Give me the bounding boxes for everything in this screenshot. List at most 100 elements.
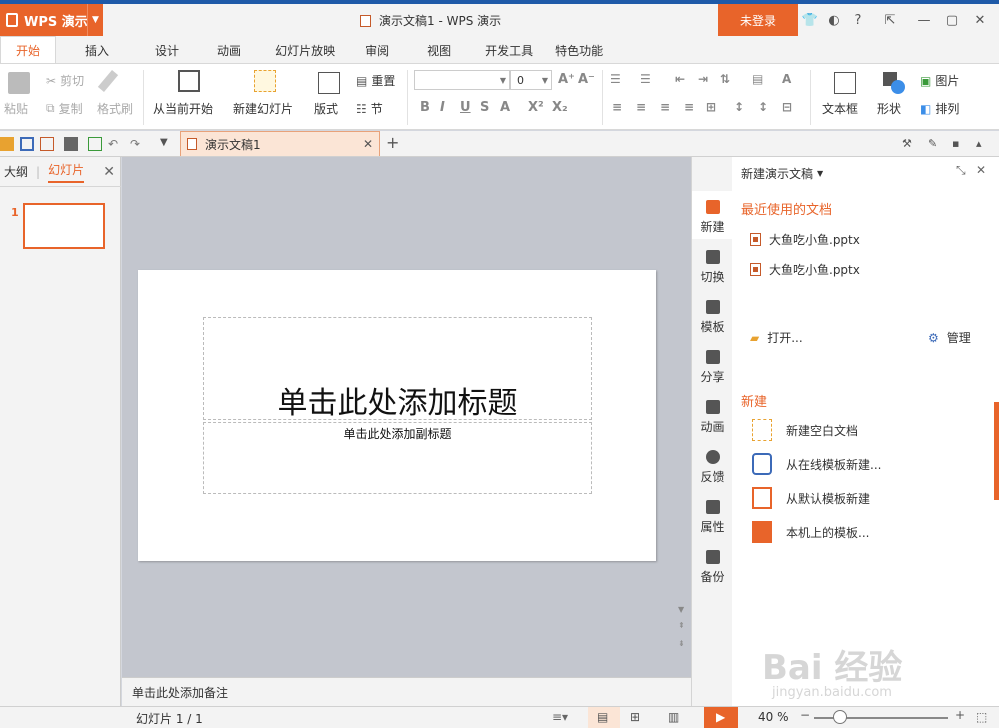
notes-area[interactable]: 单击此处添加备注 xyxy=(122,677,691,706)
sidebar-template[interactable]: 模板 xyxy=(692,291,733,339)
tab-outline[interactable]: 大纲 xyxy=(4,163,28,180)
shrink-font-icon[interactable]: A⁻ xyxy=(578,72,595,87)
new-slide-button[interactable]: 新建幻灯片 xyxy=(233,100,293,117)
zoom-slider-thumb[interactable] xyxy=(833,710,847,724)
underline-icon[interactable]: U xyxy=(460,100,471,115)
shape-button[interactable]: 形状 xyxy=(877,100,901,117)
italic-icon[interactable]: I xyxy=(440,100,445,115)
align-left-icon[interactable]: ≡ xyxy=(612,100,622,114)
section-button[interactable]: ☷ 节 xyxy=(356,100,383,117)
bookmark-icon[interactable]: ▪ xyxy=(952,137,966,151)
sidebar-properties[interactable]: 属性 xyxy=(692,491,733,539)
close-pane-icon[interactable]: ✕ xyxy=(976,163,986,177)
sidebar-new[interactable]: 新建 xyxy=(692,191,733,239)
export-pdf-icon[interactable] xyxy=(40,137,54,151)
arrange-button[interactable]: ◧ 排列 xyxy=(920,100,959,117)
pen-icon[interactable]: ✎ xyxy=(928,137,942,151)
print-icon[interactable] xyxy=(64,137,78,151)
tab-special[interactable]: 特色功能 xyxy=(540,36,618,64)
tab-view[interactable]: 视图 xyxy=(412,36,466,64)
open-folder-icon[interactable] xyxy=(0,137,14,151)
manage-button[interactable]: ⚙ 管理 xyxy=(928,329,971,346)
decrease-indent-icon[interactable]: ⇤ xyxy=(675,72,685,86)
sidebar-transition[interactable]: 切换 xyxy=(692,241,733,289)
sidebar-feedback[interactable]: 反馈 xyxy=(692,441,733,489)
customize-dropdown-icon[interactable]: ▼ xyxy=(160,137,174,151)
text-direction-icon[interactable]: ⇅ xyxy=(720,72,730,86)
recent-file[interactable]: 大鱼吃小鱼.pptx xyxy=(750,231,860,248)
grow-font-icon[interactable]: A⁺ xyxy=(558,72,575,87)
slide-thumbnail[interactable] xyxy=(23,203,105,249)
notes-view-icon[interactable]: ≡▾ xyxy=(552,710,568,724)
tab-slides[interactable]: 幻灯片 xyxy=(48,161,85,183)
tools-icon[interactable]: ⚒ xyxy=(902,137,916,151)
play-slideshow-button[interactable]: ▶ xyxy=(704,707,738,728)
document-tab[interactable]: 演示文稿1 ✕ xyxy=(180,131,380,156)
new-online-template-button[interactable]: 从在线模板新建... xyxy=(752,453,881,475)
tab-developer[interactable]: 开发工具 xyxy=(470,36,548,64)
save-icon[interactable] xyxy=(20,137,34,151)
format-painter-button[interactable]: 格式刷 xyxy=(97,100,133,117)
sidebar-share[interactable]: 分享 xyxy=(692,341,733,389)
local-template-button[interactable]: 本机上的模板... xyxy=(752,521,869,543)
title-placeholder[interactable]: 单击此处添加标题 xyxy=(203,317,592,421)
previous-slide-icon[interactable]: ⇞ xyxy=(678,621,685,630)
font-size-select[interactable]: 0 ▼ xyxy=(510,70,552,90)
close-panel-icon[interactable]: ✕ xyxy=(103,164,115,180)
shadow-icon[interactable]: S xyxy=(480,100,489,115)
open-button[interactable]: ▰ 打开... xyxy=(750,329,803,346)
char-spacing-icon[interactable]: A xyxy=(782,72,791,86)
close-tab-icon[interactable]: ✕ xyxy=(363,137,373,151)
tab-slideshow[interactable]: 幻灯片放映 xyxy=(260,36,350,64)
zoom-in-icon[interactable]: + xyxy=(955,708,965,722)
undock-icon[interactable]: ⤡ xyxy=(956,163,966,178)
paragraph-spacing-icon[interactable]: ↕ xyxy=(758,100,768,114)
undo-icon[interactable]: ↶ xyxy=(108,137,122,151)
print-preview-icon[interactable] xyxy=(88,137,102,151)
sidebar-backup[interactable]: 备份 xyxy=(692,541,733,589)
line-spacing-icon[interactable]: ↕ xyxy=(734,100,744,114)
tab-home[interactable]: 开始 xyxy=(0,36,57,64)
reading-view-icon[interactable]: ▥ xyxy=(668,710,679,724)
maximize-icon[interactable]: ▢ xyxy=(942,10,962,30)
numbering-icon[interactable]: ☰ xyxy=(640,72,651,86)
login-button[interactable]: 未登录 xyxy=(718,4,798,36)
chevron-down-icon[interactable]: ▼ xyxy=(87,4,103,36)
reset-button[interactable]: ▤ 重置 xyxy=(356,72,395,89)
normal-view-button[interactable]: ▤ xyxy=(588,707,620,728)
skin-icon[interactable]: 👕 xyxy=(800,10,820,30)
columns-icon[interactable]: ⊟ xyxy=(782,100,792,114)
tab-animation[interactable]: 动画 xyxy=(202,36,256,64)
sidebar-animation[interactable]: 动画 xyxy=(692,391,733,439)
align-text-icon[interactable]: ▤ xyxy=(752,72,763,86)
zoom-out-icon[interactable]: − xyxy=(800,708,810,722)
restore-ribbon-icon[interactable]: ⇱ xyxy=(880,10,900,30)
feedback-icon[interactable]: ◐ xyxy=(824,10,844,30)
pane-edge-handle[interactable] xyxy=(994,402,999,500)
tab-insert[interactable]: 插入 xyxy=(70,36,124,64)
justify-icon[interactable]: ≡ xyxy=(684,100,694,114)
recent-file[interactable]: 大鱼吃小鱼.pptx xyxy=(750,261,860,278)
new-blank-button[interactable]: 新建空白文档 xyxy=(752,419,858,441)
help-icon[interactable]: ? xyxy=(848,10,868,30)
new-tab-icon[interactable]: + xyxy=(386,133,400,152)
tab-review[interactable]: 审阅 xyxy=(350,36,404,64)
subtitle-placeholder[interactable]: 单击此处添加副标题 xyxy=(203,422,592,494)
tab-design[interactable]: 设计 xyxy=(140,36,194,64)
vertical-scrollbar[interactable]: ▼ ⇞ ⇟ xyxy=(673,157,691,677)
increase-indent-icon[interactable]: ⇥ xyxy=(698,72,708,86)
bold-icon[interactable]: B xyxy=(420,100,430,115)
new-default-template-button[interactable]: 从默认模板新建 xyxy=(752,487,870,509)
distribute-icon[interactable]: ⊞ xyxy=(706,100,716,114)
align-center-icon[interactable]: ≡ xyxy=(636,100,646,114)
app-menu-button[interactable]: WPS 演示 ▼ xyxy=(0,4,103,36)
minimize-icon[interactable]: — xyxy=(914,10,934,30)
redo-icon[interactable]: ↷ xyxy=(130,137,144,151)
from-start-button[interactable]: 从当前开始 xyxy=(153,100,213,117)
layout-button[interactable]: 版式 xyxy=(314,100,338,117)
close-icon[interactable]: ✕ xyxy=(970,10,990,30)
text-box-button[interactable]: 文本框 xyxy=(822,100,858,117)
task-pane-header[interactable]: 新建演示文稿 ▼ xyxy=(741,165,823,182)
fit-window-icon[interactable]: ⬚ xyxy=(976,710,987,724)
slide-canvas[interactable]: 单击此处添加标题 单击此处添加副标题 xyxy=(138,270,656,561)
